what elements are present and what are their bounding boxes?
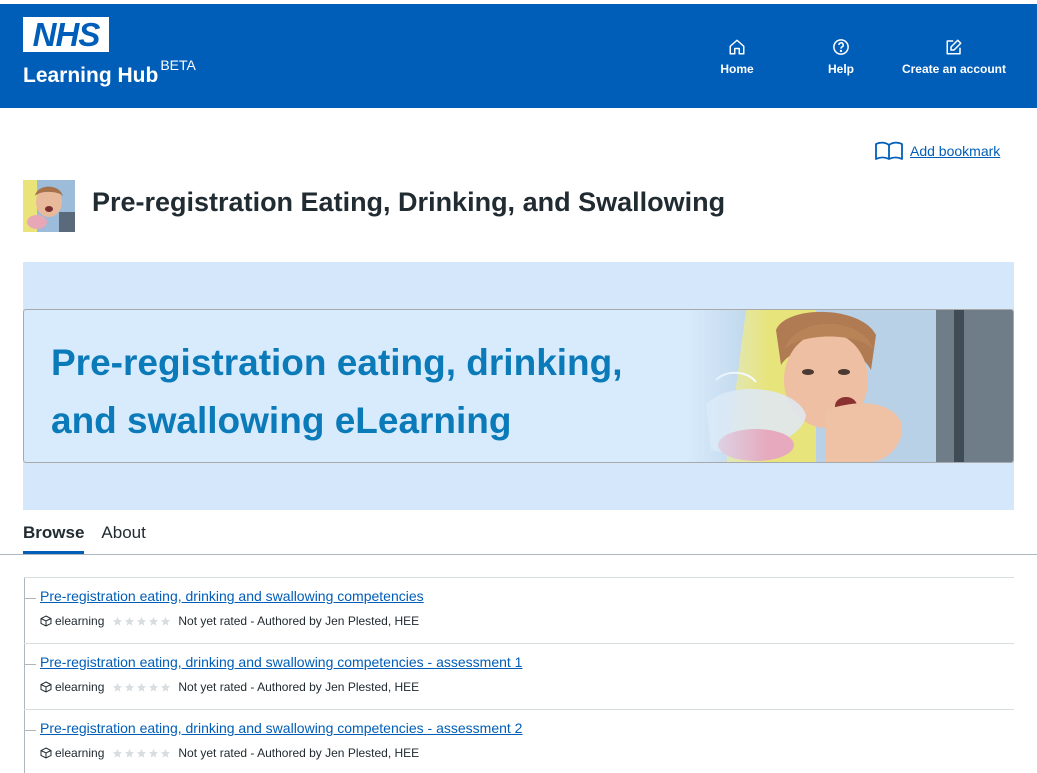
page-title: Pre-registration Eating, Drinking, and S… bbox=[92, 187, 726, 217]
tree-branch bbox=[24, 664, 36, 665]
banner-photo bbox=[686, 310, 1013, 462]
rating-text: Not yet rated bbox=[178, 614, 248, 628]
resource-meta: elearning Not yet rated - Authored by Je… bbox=[40, 679, 419, 695]
catalogue-tabs: Browse About bbox=[23, 521, 163, 555]
catalogue-banner: Pre-registration eating, drinking, and s… bbox=[23, 309, 1014, 463]
nav-help-label: Help bbox=[827, 62, 854, 76]
rating-text: Not yet rated bbox=[178, 746, 248, 760]
resource-meta: elearning Not yet rated - Authored by Je… bbox=[40, 745, 419, 761]
star-icon bbox=[125, 616, 135, 626]
star-icon bbox=[125, 682, 135, 692]
elearning-cube-icon bbox=[40, 747, 52, 759]
nav-help[interactable]: Help bbox=[816, 38, 866, 84]
resource-type: elearning bbox=[55, 746, 105, 760]
banner-text: Pre-registration eating, drinking, and s… bbox=[51, 334, 623, 450]
banner-line-1: Pre-registration eating, drinking, bbox=[51, 342, 623, 383]
beta-label: BETA bbox=[160, 57, 196, 73]
tree-branch bbox=[24, 730, 36, 731]
hub-title-text: Learning Hub bbox=[23, 64, 159, 87]
edit-icon bbox=[946, 39, 962, 55]
resource-link[interactable]: Pre-registration eating, drinking and sw… bbox=[40, 654, 522, 670]
nhs-logo-text: NHS bbox=[32, 16, 101, 53]
list-item: Pre-registration eating, drinking and sw… bbox=[24, 643, 1014, 709]
resource-link[interactable]: Pre-registration eating, drinking and sw… bbox=[40, 720, 522, 736]
resource-link[interactable]: Pre-registration eating, drinking and sw… bbox=[40, 588, 424, 604]
nav-home[interactable]: Home bbox=[712, 38, 762, 84]
star-icon bbox=[161, 748, 171, 758]
tab-about[interactable]: About bbox=[101, 521, 145, 555]
elearning-cube-icon bbox=[40, 615, 52, 627]
resource-meta: elearning Not yet rated - Authored by Je… bbox=[40, 613, 419, 629]
nav-home-label: Home bbox=[720, 62, 754, 76]
tabs-divider bbox=[0, 554, 1037, 555]
star-icon bbox=[149, 616, 159, 626]
banner-line-2: and swallowing eLearning bbox=[51, 400, 512, 441]
star-icon bbox=[113, 616, 123, 626]
star-icon bbox=[161, 616, 171, 626]
star-rating bbox=[112, 748, 172, 759]
author-text: - Authored by Jen Plested, HEE bbox=[250, 614, 420, 628]
author-text: - Authored by Jen Plested, HEE bbox=[250, 680, 420, 694]
resource-type: elearning bbox=[55, 614, 105, 628]
rating-text: Not yet rated bbox=[178, 680, 248, 694]
elearning-cube-icon bbox=[40, 681, 52, 693]
star-icon bbox=[161, 682, 171, 692]
nhs-logo[interactable]: NHS bbox=[23, 17, 109, 52]
star-icon bbox=[137, 682, 147, 692]
learning-hub-title[interactable]: Learning Hub BETA bbox=[23, 57, 196, 88]
home-icon bbox=[729, 39, 745, 55]
tree-branch bbox=[24, 598, 36, 599]
tab-browse[interactable]: Browse bbox=[23, 521, 85, 555]
author-text: - Authored by Jen Plested, HEE bbox=[250, 746, 420, 760]
star-icon bbox=[149, 748, 159, 758]
add-bookmark[interactable]: Add bookmark bbox=[874, 140, 1000, 162]
star-icon bbox=[149, 682, 159, 692]
star-icon bbox=[137, 616, 147, 626]
star-icon bbox=[125, 748, 135, 758]
book-icon bbox=[875, 141, 903, 160]
star-icon bbox=[113, 682, 123, 692]
list-item: Pre-registration eating, drinking and sw… bbox=[24, 709, 1014, 773]
star-icon bbox=[113, 748, 123, 758]
nav-create-account-label: Create an account bbox=[901, 62, 1007, 76]
help-icon bbox=[833, 39, 849, 55]
star-rating bbox=[112, 682, 172, 693]
add-bookmark-link[interactable]: Add bookmark bbox=[910, 143, 1000, 159]
nav-create-account[interactable]: Create an account bbox=[896, 38, 1012, 84]
catalogue-thumbnail bbox=[23, 180, 75, 232]
star-rating bbox=[112, 616, 172, 627]
list-item: Pre-registration eating, drinking and sw… bbox=[24, 577, 1014, 643]
resource-type: elearning bbox=[55, 680, 105, 694]
site-header: NHS Learning Hub BETA Home Help Create an… bbox=[0, 4, 1037, 108]
star-icon bbox=[137, 748, 147, 758]
